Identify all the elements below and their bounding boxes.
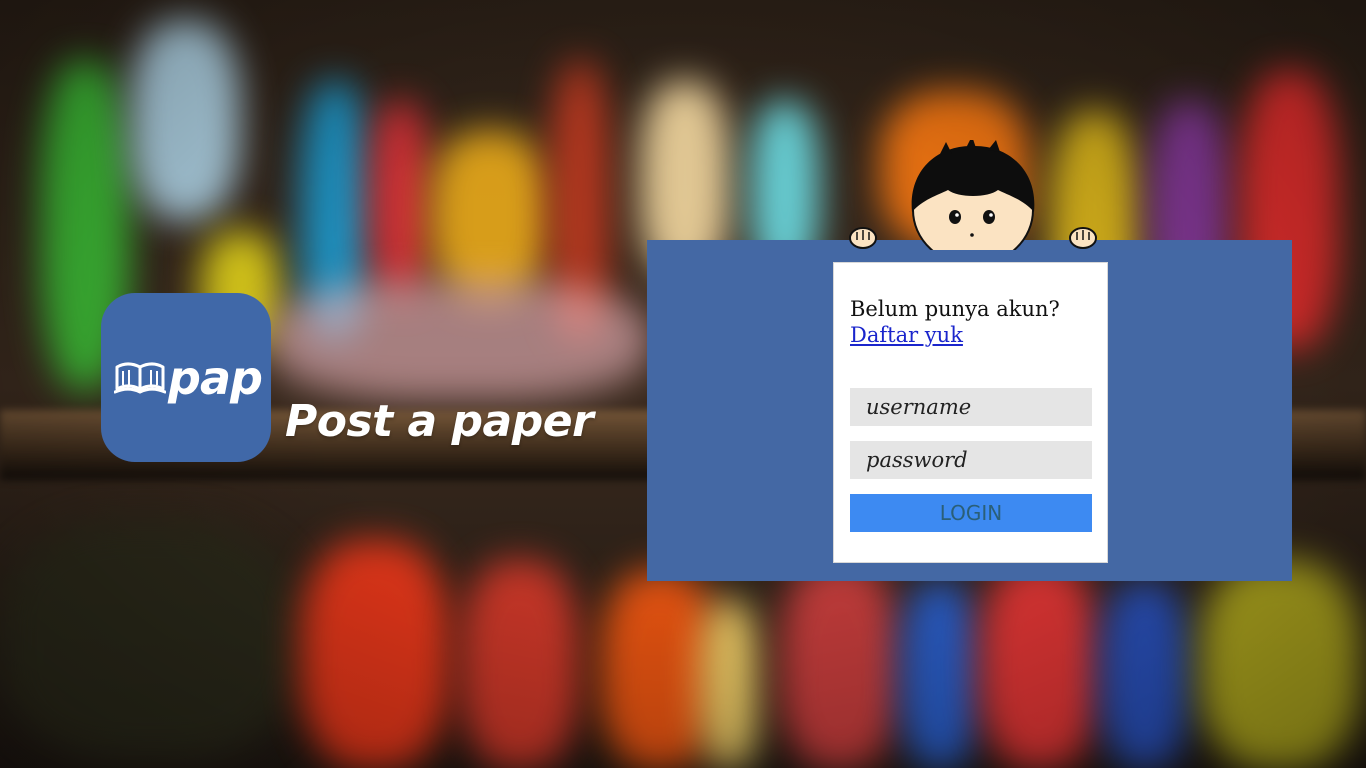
app-logo: pap <box>101 293 271 462</box>
logo-wordmark: pap <box>168 350 263 405</box>
brand-tagline: Post a paper <box>285 396 594 447</box>
password-input[interactable] <box>850 441 1092 479</box>
logo-content: pap <box>114 350 263 405</box>
username-input[interactable] <box>850 388 1092 426</box>
login-card: Belum punya akun? Daftar yuk LOGIN <box>833 262 1108 563</box>
signup-link[interactable]: Daftar yuk <box>850 323 963 347</box>
peeking-boy-mascot-icon <box>849 140 1097 250</box>
login-button[interactable]: LOGIN <box>850 494 1092 532</box>
open-book-icon <box>114 362 167 394</box>
signup-prompt: Belum punya akun? <box>850 297 1060 321</box>
